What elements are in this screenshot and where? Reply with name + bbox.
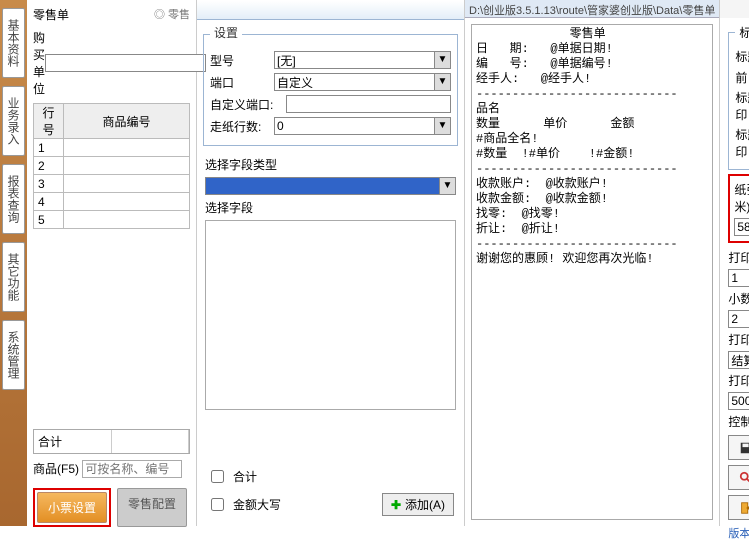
retail-config-button[interactable]: 零售配置 bbox=[117, 488, 187, 527]
product-f5-label: 商品(F5) bbox=[33, 462, 79, 476]
file-path: D:\创业版3.5.1.13\route\管家婆创业版\Data\零售单 bbox=[465, 0, 719, 18]
product-search-input[interactable] bbox=[82, 460, 182, 478]
save-button[interactable]: 保存(S) bbox=[728, 435, 749, 460]
decimal-spin[interactable] bbox=[728, 310, 749, 328]
col-product-code: 商品编号 bbox=[64, 104, 190, 139]
settings-legend: 设置 bbox=[210, 24, 242, 41]
sum-checkbox-label: 合计 bbox=[233, 468, 257, 485]
retail-indicator: ◎ 零售 bbox=[154, 6, 190, 29]
print-mode-label: 打印方式: bbox=[728, 331, 749, 348]
sum-label: 合计 bbox=[34, 430, 112, 453]
model-combo[interactable] bbox=[274, 51, 435, 69]
version-label: 版本: 1.8.8.990 bbox=[728, 525, 749, 541]
sum-checkbox[interactable] bbox=[211, 470, 224, 483]
title-pre-label: 前 bbox=[735, 69, 747, 86]
port-label: 端口 bbox=[210, 74, 270, 91]
field-list[interactable] bbox=[205, 220, 456, 410]
uppercase-checkbox[interactable] bbox=[211, 498, 224, 511]
save-icon bbox=[739, 441, 749, 455]
chevron-down-icon[interactable]: ▼ bbox=[435, 117, 451, 135]
model-label: 型号 bbox=[210, 52, 270, 69]
settings-panel: 设置 型号 ▼ 端口 ▼ 自定义端口: 走纸行数: bbox=[197, 0, 465, 526]
chevron-down-icon[interactable]: ▼ bbox=[435, 51, 451, 69]
table-row[interactable]: 3 bbox=[34, 175, 190, 193]
tab-basic-info[interactable]: 基本资料 bbox=[2, 8, 25, 78]
copies-spin[interactable] bbox=[728, 269, 749, 287]
tab-business-entry[interactable]: 业务录入 bbox=[2, 86, 25, 156]
field-label: 选择字段 bbox=[205, 199, 456, 216]
paper-lines-combo[interactable] bbox=[274, 117, 435, 135]
add-button[interactable]: ✚ 添加(A) bbox=[382, 493, 454, 516]
buy-unit-input[interactable] bbox=[45, 54, 206, 72]
print-delay-label: 打印延时 bbox=[728, 372, 749, 389]
settings-header bbox=[197, 0, 464, 20]
panel-title: 零售单 bbox=[33, 6, 69, 23]
decimal-label: 小数点后位数: bbox=[728, 290, 749, 307]
exit-button[interactable]: 退出(Q) bbox=[728, 495, 749, 520]
plus-icon: ✚ bbox=[391, 498, 401, 512]
uppercase-checkbox-label: 金额大写 bbox=[233, 496, 281, 513]
tab-reports[interactable]: 报表查询 bbox=[2, 164, 25, 234]
order-lines-table: 行号 商品编号 1 2 3 4 5 bbox=[33, 103, 190, 229]
port-combo[interactable] bbox=[274, 73, 435, 91]
retail-order-panel: 零售单 ◎ 零售 购买单位 行号 商品编号 1 2 3 4 5 合计 商品(F5… bbox=[27, 0, 197, 526]
col-row-no: 行号 bbox=[34, 104, 64, 139]
table-row[interactable]: 4 bbox=[34, 193, 190, 211]
paper-lines-label: 走纸行数: bbox=[210, 118, 270, 135]
chevron-down-icon[interactable]: ▼ bbox=[440, 177, 456, 195]
field-type-combo[interactable] bbox=[205, 177, 440, 195]
copies-label: 打印份数: bbox=[728, 249, 749, 266]
receipt-settings-button[interactable]: 小票设置 bbox=[37, 492, 107, 523]
chevron-down-icon[interactable]: ▼ bbox=[435, 73, 451, 91]
table-row[interactable]: 5 bbox=[34, 211, 190, 229]
table-row[interactable]: 2 bbox=[34, 157, 190, 175]
tab-other[interactable]: 其它功能 bbox=[2, 242, 25, 312]
tab-system[interactable]: 系统管理 bbox=[2, 320, 25, 390]
paper-width-spin[interactable] bbox=[734, 218, 749, 236]
custom-port-label: 自定义端口: bbox=[210, 96, 282, 113]
magnifier-icon bbox=[739, 471, 749, 485]
field-type-label: 选择字段类型 bbox=[205, 156, 456, 173]
preview-button[interactable]: 预览(P) bbox=[728, 465, 749, 490]
receipt-preview: 零售单 日 期: @单据日期! 编 号: @单据编号! 经手人: @经手人! -… bbox=[471, 24, 713, 520]
delay-spin[interactable] bbox=[728, 392, 749, 410]
table-row[interactable]: 1 bbox=[34, 139, 190, 157]
preview-panel: D:\创业版3.5.1.13\route\管家婆创业版\Data\零售单 零售单… bbox=[465, 0, 720, 526]
ctrl-length-label: 控制字段长度 bbox=[728, 413, 749, 430]
double-wide-label: 标题倍宽打印 bbox=[735, 126, 749, 160]
right-panel: ✕ 标题设置 标题区为 前 ▲▼ 行 标题倍高打印 bbox=[720, 0, 749, 526]
side-nav: 基本资料 业务录入 报表查询 其它功能 系统管理 bbox=[0, 0, 27, 526]
print-mode-combo[interactable] bbox=[728, 351, 749, 369]
paper-width-label: 纸张宽度:(毫米) bbox=[734, 181, 749, 215]
custom-port-input[interactable] bbox=[286, 95, 451, 113]
exit-icon bbox=[739, 501, 749, 515]
title-area-label: 标题区为 bbox=[735, 48, 749, 65]
title-settings-legend: 标题设置 bbox=[735, 24, 749, 41]
buy-unit-label: 购买单位 bbox=[33, 29, 45, 97]
double-high-label: 标题倍高打印 bbox=[735, 89, 749, 123]
